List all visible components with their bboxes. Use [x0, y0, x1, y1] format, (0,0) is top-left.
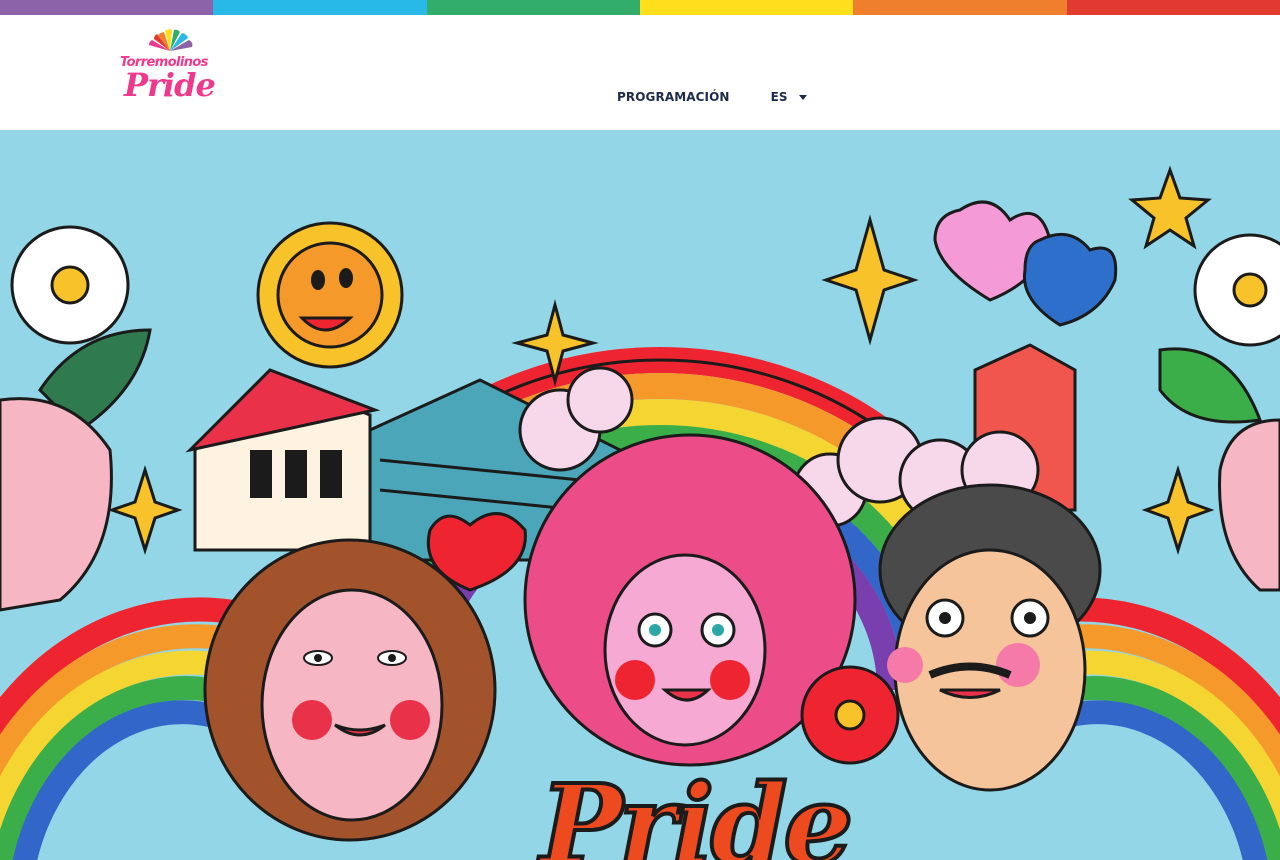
character-left — [203, 538, 497, 842]
language-label: ES — [770, 90, 788, 104]
site-header: Torremolinos Pride PROGRAMACIÓN ES — [0, 15, 1280, 130]
stripe-purple — [0, 0, 214, 15]
stripe-red — [1066, 0, 1280, 15]
stripe-blue — [213, 0, 427, 15]
flower-red — [800, 665, 900, 765]
main-nav: PROGRAMACIÓN ES — [617, 89, 807, 105]
language-selector[interactable]: ES — [771, 90, 807, 104]
hero-banner-text: Pride — [538, 760, 855, 860]
logo-line-2: Pride — [124, 66, 216, 104]
stripe-yellow — [639, 0, 854, 15]
nav-programacion-link[interactable]: PROGRAMACIÓN — [617, 90, 730, 104]
rainbow-stripe-bar — [0, 0, 1280, 15]
stripe-orange — [853, 0, 1067, 15]
sun — [256, 221, 404, 369]
pride-illustration — [0, 130, 1280, 860]
stripe-green — [426, 0, 640, 15]
hero-illustration: Pride — [0, 130, 1280, 860]
caret-down-icon — [798, 94, 807, 100]
site-logo[interactable]: Torremolinos Pride — [118, 29, 218, 105]
